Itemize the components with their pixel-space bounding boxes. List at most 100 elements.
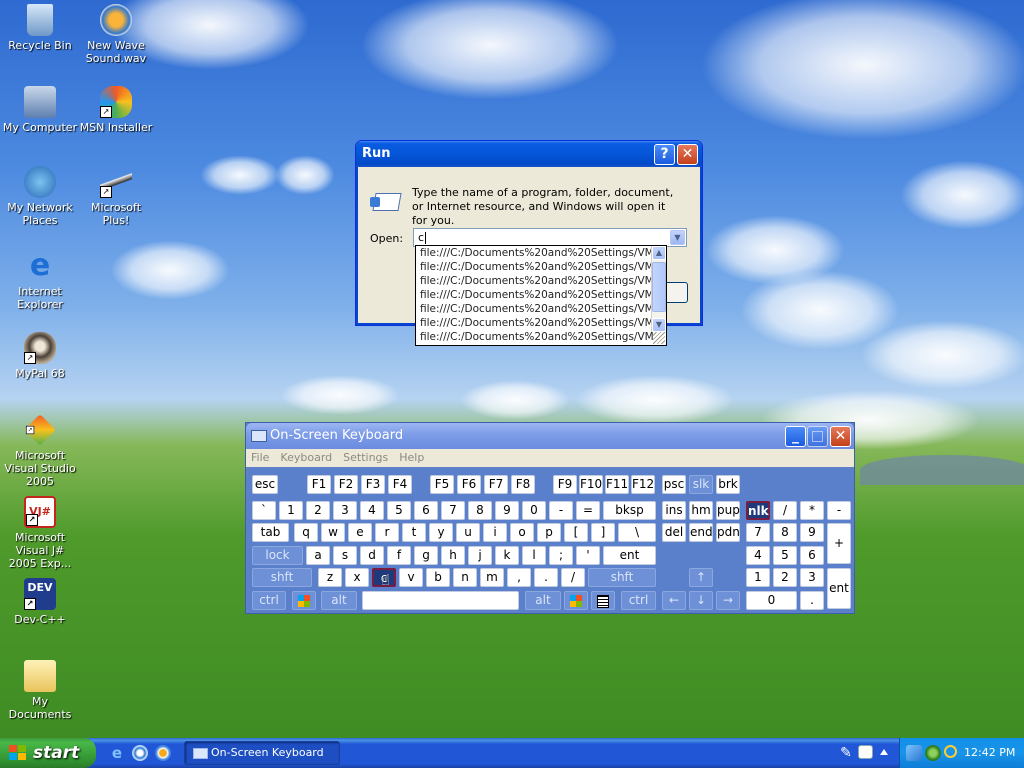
- key-s[interactable]: s: [333, 546, 357, 565]
- key-c[interactable]: c ☝: [372, 568, 396, 589]
- key-numpad-1[interactable]: 1: [746, 568, 770, 587]
- accessibility-tray-icon[interactable]: [925, 745, 941, 761]
- scroll-up-arrow-icon[interactable]: ▲: [652, 246, 666, 260]
- key-f11[interactable]: F11: [605, 475, 629, 494]
- key-del[interactable]: del: [662, 523, 686, 542]
- key-backslash[interactable]: \: [618, 523, 656, 542]
- key-f[interactable]: f: [387, 546, 411, 565]
- open-input[interactable]: c: [418, 231, 424, 244]
- osk-close-button[interactable]: ✕: [830, 426, 851, 447]
- key-g[interactable]: g: [414, 546, 438, 565]
- key-semicolon[interactable]: ;: [549, 546, 573, 565]
- key-f8[interactable]: F8: [511, 475, 535, 494]
- search-tray-icon[interactable]: [944, 745, 957, 758]
- key-esc[interactable]: esc: [252, 475, 278, 494]
- run-dialog-titlebar[interactable]: Run ? ✕: [356, 141, 702, 167]
- key-q[interactable]: q: [294, 523, 318, 542]
- menu-settings[interactable]: Settings: [343, 451, 388, 464]
- menu-keyboard[interactable]: Keyboard: [280, 451, 332, 464]
- language-bar-icon[interactable]: [858, 745, 873, 759]
- autocomplete-item[interactable]: file:///C:/Documents%20and%20Settings/VM…: [416, 330, 666, 344]
- help-button[interactable]: ?: [654, 144, 675, 165]
- key-shift-left[interactable]: shft: [252, 568, 312, 587]
- key-backspace[interactable]: bksp: [603, 501, 656, 520]
- microsoft-plus-icon[interactable]: ↗ Microsoft Plus!: [76, 166, 156, 227]
- key-e[interactable]: e: [348, 523, 372, 542]
- key-numpad-5[interactable]: 5: [773, 546, 797, 565]
- osk-titlebar[interactable]: On-Screen Keyboard _ □ ✕: [246, 423, 854, 449]
- key-slk[interactable]: slk: [689, 475, 713, 494]
- taskbar-button-osk[interactable]: On-Screen Keyboard: [184, 741, 340, 765]
- key-numpad-multiply[interactable]: *: [800, 501, 824, 520]
- key-tab[interactable]: tab: [252, 523, 289, 542]
- key-alt-right[interactable]: alt: [525, 591, 561, 610]
- key-f2[interactable]: F2: [334, 475, 358, 494]
- autocomplete-item[interactable]: file:///C:/Documents%20and%20Settings/VM…: [416, 288, 666, 302]
- visual-jsharp-icon[interactable]: VJ# ↗ Microsoft Visual J# 2005 Exp...: [0, 496, 80, 570]
- key-d[interactable]: d: [360, 546, 384, 565]
- key-arrow-down[interactable]: ↓: [689, 591, 713, 610]
- browser-quicklaunch-icon[interactable]: [132, 745, 148, 761]
- key-numpad-6[interactable]: 6: [800, 546, 824, 565]
- key-ctrl-left[interactable]: ctrl: [252, 591, 286, 610]
- key-o[interactable]: o: [510, 523, 534, 542]
- key-v[interactable]: v: [399, 568, 423, 587]
- dropdown-scrollbar[interactable]: ▲ ▼: [651, 246, 666, 332]
- key-enter[interactable]: ent: [603, 546, 656, 565]
- my-computer-icon[interactable]: My Computer: [0, 86, 80, 134]
- key-numpad-8[interactable]: 8: [773, 523, 797, 542]
- scroll-down-arrow-icon[interactable]: ▼: [652, 318, 666, 332]
- key-ins[interactable]: ins: [662, 501, 686, 520]
- key-f9[interactable]: F9: [553, 475, 577, 494]
- key-2[interactable]: 2: [306, 501, 330, 520]
- key-8[interactable]: 8: [468, 501, 492, 520]
- key-end[interactable]: end: [689, 523, 713, 542]
- key-l[interactable]: l: [522, 546, 546, 565]
- ie-quicklaunch-icon[interactable]: e: [109, 745, 125, 761]
- key-j[interactable]: j: [468, 546, 492, 565]
- key-numpad-enter[interactable]: ent: [827, 568, 851, 609]
- key-h[interactable]: h: [441, 546, 465, 565]
- key-f4[interactable]: F4: [388, 475, 412, 494]
- key-x[interactable]: x: [345, 568, 369, 587]
- key-numpad-0[interactable]: 0: [746, 591, 797, 610]
- key-f6[interactable]: F6: [457, 475, 481, 494]
- pen-tool-icon[interactable]: ✎: [838, 745, 854, 761]
- key-pagedown[interactable]: pdn: [716, 523, 740, 542]
- key-space[interactable]: [362, 591, 519, 610]
- key-numlock[interactable]: nlk: [746, 501, 770, 520]
- key-4[interactable]: 4: [360, 501, 384, 520]
- key-1[interactable]: 1: [279, 501, 303, 520]
- key-psc[interactable]: psc: [662, 475, 686, 494]
- key-f10[interactable]: F10: [579, 475, 603, 494]
- key-9[interactable]: 9: [495, 501, 519, 520]
- close-button[interactable]: ✕: [677, 144, 698, 165]
- key-f1[interactable]: F1: [307, 475, 331, 494]
- menu-help[interactable]: Help: [399, 451, 424, 464]
- windows-key-right[interactable]: [564, 591, 588, 610]
- key-6[interactable]: 6: [414, 501, 438, 520]
- key-backtick[interactable]: `: [252, 501, 276, 520]
- key-k[interactable]: k: [495, 546, 519, 565]
- key-numpad-3[interactable]: 3: [800, 568, 824, 587]
- menu-key[interactable]: [591, 591, 615, 610]
- key-numpad-add[interactable]: +: [827, 523, 851, 564]
- key-3[interactable]: 3: [333, 501, 357, 520]
- key-numpad-9[interactable]: 9: [800, 523, 824, 542]
- key-numpad-divide[interactable]: /: [773, 501, 797, 520]
- key-ctrl-right[interactable]: ctrl: [621, 591, 656, 610]
- autocomplete-item[interactable]: file:///C:/Documents%20and%20Settings/VM…: [416, 316, 666, 330]
- visual-studio-icon[interactable]: ↗ Microsoft Visual Studio 2005: [0, 414, 80, 488]
- key-left-bracket[interactable]: [: [564, 523, 588, 542]
- key-alt-left[interactable]: alt: [321, 591, 357, 610]
- maximize-button[interactable]: □: [807, 426, 828, 447]
- key-w[interactable]: w: [321, 523, 345, 542]
- key-r[interactable]: r: [375, 523, 399, 542]
- autocomplete-item[interactable]: file:///C:/Documents%20and%20Settings/VM…: [416, 260, 666, 274]
- key-f5[interactable]: F5: [430, 475, 454, 494]
- key-minus[interactable]: -: [549, 501, 573, 520]
- windows-key-left[interactable]: [292, 591, 316, 610]
- key-brk[interactable]: brk: [716, 475, 740, 494]
- key-u[interactable]: u: [456, 523, 480, 542]
- autocomplete-item[interactable]: file:///C:/Documents%20and%20Settings/VM…: [416, 246, 666, 260]
